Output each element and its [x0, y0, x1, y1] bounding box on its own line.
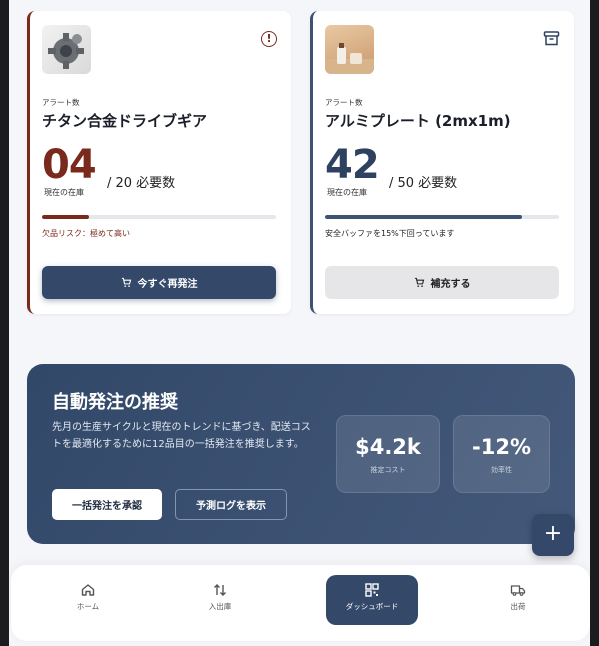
item-title: アルミプレート (2mx1m)	[325, 112, 511, 130]
nav-label: 出荷	[510, 602, 526, 611]
replenish-label: 補充する	[430, 279, 471, 290]
view-forecast-log-button[interactable]: 予測ログを表示	[175, 489, 287, 520]
stat-label: 効率性	[491, 466, 512, 474]
current-stock-value: 42	[325, 142, 380, 188]
alert-count-label: アラート数	[325, 98, 363, 107]
required-quantity: / 20 必要数	[107, 176, 176, 191]
stat-value: -12%	[472, 435, 531, 459]
inventory-card-plate[interactable]: アラート数 アルミプレート (2mx1m) 42 現在の在庫 / 50 必要数 …	[310, 11, 574, 314]
nav-item-home[interactable]: ホーム	[42, 575, 134, 625]
cart-icon	[121, 277, 131, 287]
promo-description: 先月の生産サイクルと現在のトレンドに基づき、配送コストを最適化するために12品目…	[52, 422, 311, 450]
app-screen: ! アラート数 チタン合金ドライブギア 04 現在の在庫 / 20 必要数 欠品…	[9, 0, 590, 646]
qr-grid-icon	[365, 583, 379, 597]
plate-thumbnail	[325, 25, 374, 74]
nav-item-shipping[interactable]: 出荷	[472, 575, 564, 625]
reorder-now-button[interactable]: 今すぐ再発注	[42, 266, 276, 299]
approve-bulk-order-button[interactable]: 一括発注を承認	[52, 489, 162, 520]
nav-label: 入出庫	[208, 602, 232, 611]
bottom-navigation: ホーム 入出庫 ダッシュボード 出荷	[11, 565, 590, 641]
stock-risk-note: 欠品リスク：極めて高い	[42, 229, 130, 238]
auto-order-recommendation: 自動発注の推奨 先月の生産サイクルと現在のトレンドに基づき、配送コストを最適化す…	[27, 364, 575, 544]
stock-progress-fill	[42, 215, 89, 219]
inventory-card-gear[interactable]: ! アラート数 チタン合金ドライブギア 04 現在の在庫 / 20 必要数 欠品…	[27, 11, 291, 314]
item-title: チタン合金ドライブギア	[42, 112, 208, 130]
add-fab-button[interactable]: +	[532, 514, 574, 556]
nav-label: ダッシュボード	[345, 602, 399, 611]
nav-item-dashboard[interactable]: ダッシュボード	[326, 575, 418, 625]
stat-label: 推定コスト	[370, 466, 406, 474]
stat-value: $4.2k	[355, 435, 421, 459]
alert-circle-icon[interactable]: !	[261, 31, 277, 47]
cart-icon	[414, 277, 424, 287]
archive-icon[interactable]	[543, 30, 560, 47]
current-stock-label: 現在の在庫	[44, 188, 84, 197]
estimated-cost-stat: $4.2k 推定コスト	[336, 415, 440, 493]
required-quantity: / 50 必要数	[389, 176, 458, 191]
nav-item-inout[interactable]: 入出庫	[174, 575, 266, 625]
efficiency-stat: -12% 効率性	[453, 415, 550, 493]
truck-icon	[510, 585, 526, 596]
gear-thumbnail	[42, 25, 91, 74]
stock-progress-bar	[325, 215, 559, 219]
home-icon	[81, 584, 95, 596]
alert-count-label: アラート数	[42, 98, 80, 107]
stock-progress-fill	[325, 215, 522, 219]
swap-icon	[214, 584, 226, 596]
stock-progress-bar	[42, 215, 276, 219]
stock-buffer-note: 安全バッファを15%下回っています	[325, 229, 455, 238]
reorder-now-label: 今すぐ再発注	[137, 279, 198, 290]
nav-label: ホーム	[76, 602, 100, 611]
current-stock-value: 04	[42, 142, 97, 188]
current-stock-label: 現在の在庫	[327, 188, 367, 197]
promo-title: 自動発注の推奨	[52, 392, 178, 413]
replenish-button[interactable]: 補充する	[325, 266, 559, 299]
